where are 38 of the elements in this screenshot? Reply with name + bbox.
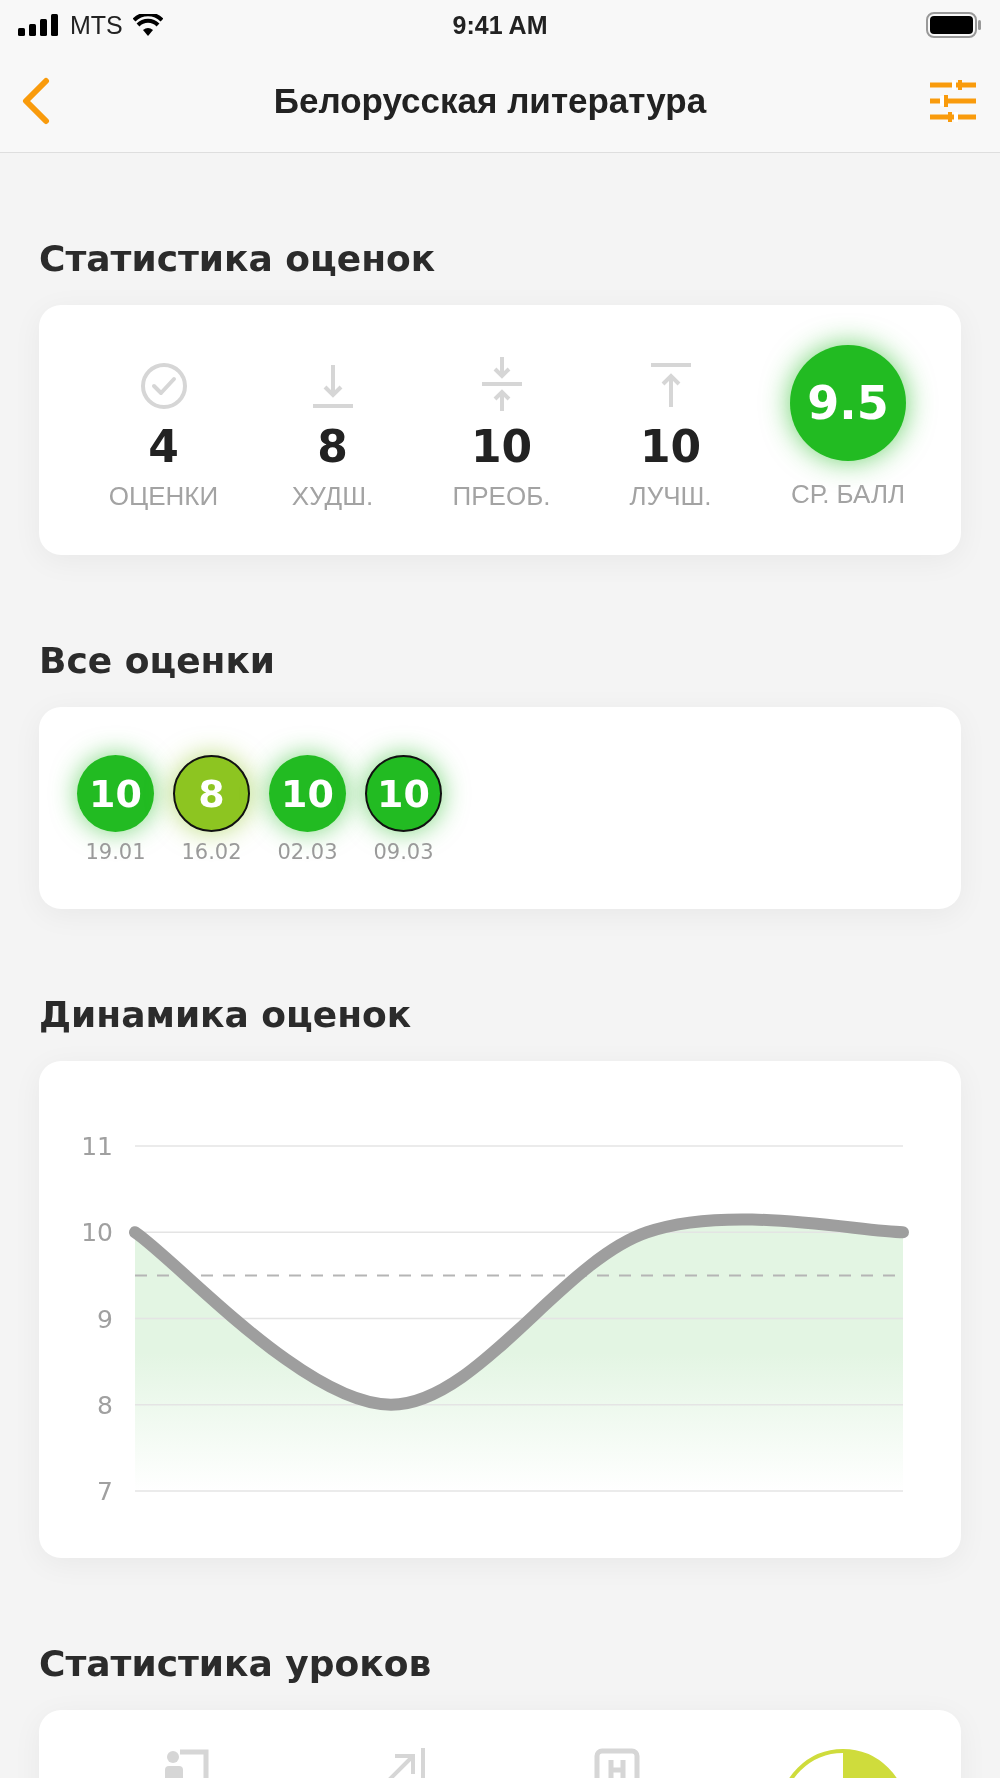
grade-date: 02.03 xyxy=(277,840,338,864)
grade-badge[interactable]: 10 xyxy=(365,755,442,832)
stat-value: 8 xyxy=(317,420,348,474)
stat-value: 4 xyxy=(148,420,179,474)
y-tick-label: 7 xyxy=(97,1477,113,1506)
chevron-left-icon xyxy=(20,77,50,125)
sliders-icon xyxy=(930,80,976,122)
stat-label: ХУДШ. xyxy=(291,480,374,513)
stat-label: ОЦЕНКИ xyxy=(108,480,219,513)
carrier-name: MTS xyxy=(70,10,123,40)
check-circle-icon xyxy=(138,361,189,411)
grade-date: 16.02 xyxy=(181,840,242,864)
page-title: Белорусская литература xyxy=(272,81,708,121)
section-title: Статистика оценок xyxy=(39,237,437,281)
back-button[interactable] xyxy=(20,77,50,125)
y-tick-label: 8 xyxy=(97,1390,113,1420)
y-tick-label: 11 xyxy=(81,1132,113,1161)
wifi-icon xyxy=(132,14,163,36)
grade-badge[interactable]: 8 xyxy=(173,755,250,832)
y-tick-label: 10 xyxy=(81,1218,113,1248)
filter-button[interactable] xyxy=(930,80,976,122)
clock-time: 9:41 AM xyxy=(452,10,548,39)
stat-value: 10 xyxy=(470,420,533,474)
grade-date: 09.03 xyxy=(373,840,434,864)
stat-label: ПРЕОБ. xyxy=(452,480,551,513)
grade-badge[interactable]: 10 xyxy=(269,755,346,832)
grade-date: 19.01 xyxy=(85,840,146,864)
stat-value: 10 xyxy=(639,420,702,474)
grade-badge[interactable]: 10 xyxy=(77,755,154,832)
arrows-to-line-icon xyxy=(481,357,522,411)
section-title: Все оценки xyxy=(39,639,277,683)
battery-icon xyxy=(926,12,982,38)
section-title: Статистика уроков xyxy=(39,1642,433,1686)
section-title: Динамика оценок xyxy=(39,993,413,1037)
y-tick-label: 9 xyxy=(97,1304,113,1334)
average-grade-badge: 9.5 xyxy=(790,345,907,461)
stat-label: ЛУЧШ. xyxy=(629,480,712,513)
stat-label: СР. БАЛЛ xyxy=(790,478,906,511)
